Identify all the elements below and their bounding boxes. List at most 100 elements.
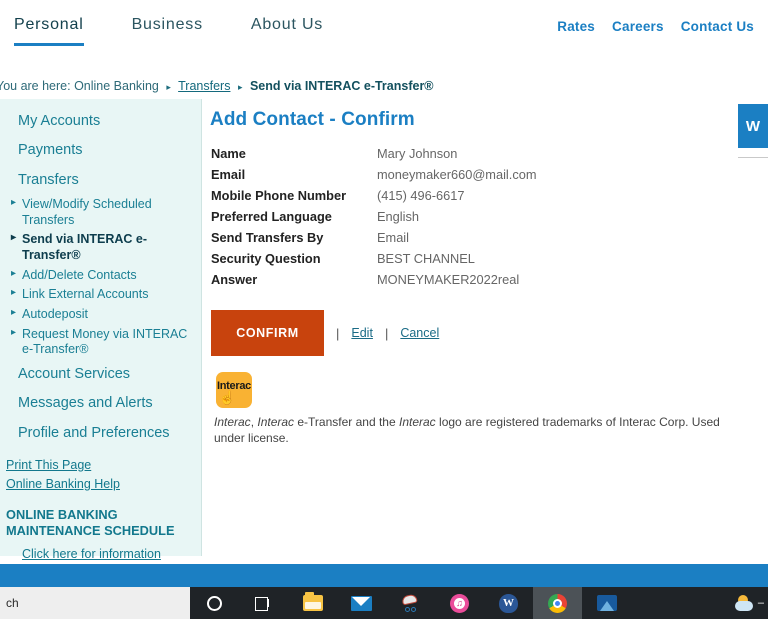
taskbar-icons: ♫ W [190,587,631,619]
table-row: Name Mary Johnson [211,143,537,164]
windows-taskbar: ch ♫ W – [0,587,768,619]
taskbar-mail-button[interactable] [337,587,386,619]
table-row: Mobile Phone Number (415) 496-6617 [211,185,537,206]
itunes-icon: ♫ [450,593,469,613]
sidebar-subitem-add-delete-contacts[interactable]: Add/Delete Contacts [0,266,201,286]
snip-sketch-icon [400,593,421,612]
field-value-security-question: BEST CHANNEL [377,251,475,266]
breadcrumb-lead: You are here: Online Banking [0,79,159,93]
field-label-send-transfers-by: Send Transfers By [211,230,324,245]
field-value-preferred-language: English [377,209,419,224]
trademark-notice: Interac, Interac e-Transfer and the Inte… [214,414,734,446]
action-separator-1: | [336,325,340,341]
breadcrumb-current: Send via INTERAC e-Transfer® [249,79,434,93]
online-banking-help-link[interactable]: Online Banking Help [6,475,201,494]
sidebar-main-group-2: Account Services Messages and Alerts Pro… [0,360,201,448]
photos-icon [596,595,617,611]
sidebar-item-my-accounts[interactable]: My Accounts [0,107,201,136]
field-label-mobile-phone-number: Mobile Phone Number [211,188,347,203]
table-row: Send Transfers By Email [211,227,537,248]
sidebar-item-messages-and-alerts[interactable]: Messages and Alerts [0,389,201,418]
content-area: My Accounts Payments Transfers View/Modi… [0,99,768,564]
utility-nav: Rates Careers Contact Us [557,19,754,34]
field-label-answer: Answer [211,272,258,287]
pointing-hand-icon: ☝ [219,390,236,405]
field-value-email: moneymaker660@mail.com [377,167,537,182]
taskbar-file-explorer-button[interactable] [288,587,337,619]
nav-rates[interactable]: Rates [557,19,595,34]
sidebar-item-payments[interactable]: Payments [0,136,201,165]
sidebar-subitem-view-modify-scheduled-transfers[interactable]: View/Modify Scheduled Transfers [0,195,201,230]
main-panel: Add Contact - Confirm Name Mary Johnson … [202,99,768,556]
nav-personal[interactable]: Personal [14,16,84,46]
maintenance-info-link[interactable]: Click here for information [22,547,161,561]
trademark-text-1: e-Transfer and the [294,415,399,429]
taskbar-cortana-button[interactable] [190,587,239,619]
cortana-icon [207,595,222,611]
nav-careers[interactable]: Careers [612,19,664,34]
sidebar-item-account-services[interactable]: Account Services [0,360,201,389]
nav-business[interactable]: Business [132,16,203,46]
page-title: Add Contact - Confirm [210,109,415,130]
sidebar: My Accounts Payments Transfers View/Modi… [0,99,202,561]
trademark-word-1: Interac [214,415,251,429]
taskbar-itunes-button[interactable]: ♫ [435,587,484,619]
taskbar-chrome-button[interactable] [533,587,582,619]
field-value-name: Mary Johnson [377,146,458,161]
table-row: Email moneymaker660@mail.com [211,164,537,185]
confirm-button[interactable]: CONFIRM [211,310,324,356]
cancel-link[interactable]: Cancel [400,326,439,340]
field-value-mobile-phone-number: (415) 496-6617 [377,188,465,203]
nav-about-us[interactable]: About Us [251,16,323,46]
field-label-preferred-language: Preferred Language [211,209,332,224]
sidebar-item-transfers[interactable]: Transfers [0,166,201,195]
top-navigation: Personal Business About Us Rates Careers… [0,0,768,56]
print-this-page-link[interactable]: Print This Page [6,456,201,475]
taskbar-photos-button[interactable] [582,587,631,619]
breadcrumb-link-transfers[interactable]: Transfers [178,79,230,93]
action-separator-2: | [384,325,389,341]
taskbar-search-box[interactable]: ch [0,587,190,619]
taskbar-word-button[interactable]: W [484,587,533,619]
breadcrumb: You are here: Online Banking ▸ Transfers… [0,79,768,99]
field-value-send-transfers-by: Email [377,230,409,245]
table-row: Answer MONEYMAKER2022real [211,269,537,290]
field-label-security-question: Security Question [211,251,321,266]
action-bar: CONFIRM | Edit | Cancel [211,310,768,356]
field-label-name: Name [211,146,246,161]
sidebar-item-profile-and-preferences[interactable]: Profile and Preferences [0,419,201,448]
sidebar-subitem-autodeposit[interactable]: Autodeposit [0,305,201,325]
breadcrumb-separator-icon-2: ▸ [237,82,243,92]
maintenance-link-wrap: Click here for information [0,539,201,563]
table-row: Security Question BEST CHANNEL [211,248,537,269]
field-value-answer: MONEYMAKER2022real [377,272,520,287]
sidebar-subitem-link-external-accounts[interactable]: Link External Accounts [0,285,201,305]
trademark-word-2: Interac [257,415,295,429]
breadcrumb-separator-icon: ▸ [166,82,171,92]
side-widget-tab[interactable]: W [738,104,768,148]
nav-contact-us[interactable]: Contact Us [681,19,754,34]
footer-band [0,564,768,587]
edit-link[interactable]: Edit [351,326,373,340]
browser-page: Personal Business About Us Rates Careers… [0,0,768,564]
field-label-email: Email [211,167,246,182]
chrome-icon [548,593,567,613]
sidebar-subitem-request-money-via-interac-etransfer[interactable]: Request Money via INTERAC e-Transfer® [0,325,201,360]
maintenance-schedule-heading: ONLINE BANKING MAINTENANCE SCHEDULE [6,507,175,539]
file-explorer-icon [302,592,323,611]
table-row: Preferred Language English [211,206,537,227]
taskbar-system-tray: – [734,587,764,619]
primary-nav: Personal Business About Us [14,16,371,46]
taskbar-snip-sketch-button[interactable] [386,587,435,619]
sidebar-subitem-send-via-interac-etransfer[interactable]: Send via INTERAC e-Transfer® [0,230,201,265]
weather-icon[interactable] [734,595,756,611]
trademark-word-3: Interac [399,415,436,429]
weather-temperature: – [757,597,764,609]
sidebar-main-group: My Accounts Payments Transfers [0,103,201,195]
screen: Personal Business About Us Rates Careers… [0,0,768,619]
taskbar-search-text: ch [6,596,19,610]
taskbar-task-view-button[interactable] [239,587,288,619]
word-icon: W [499,593,518,613]
interac-logo-icon: Interac ☝ [216,372,252,408]
confirmation-details-table: Name Mary Johnson Email moneymaker660@ma… [211,143,537,290]
